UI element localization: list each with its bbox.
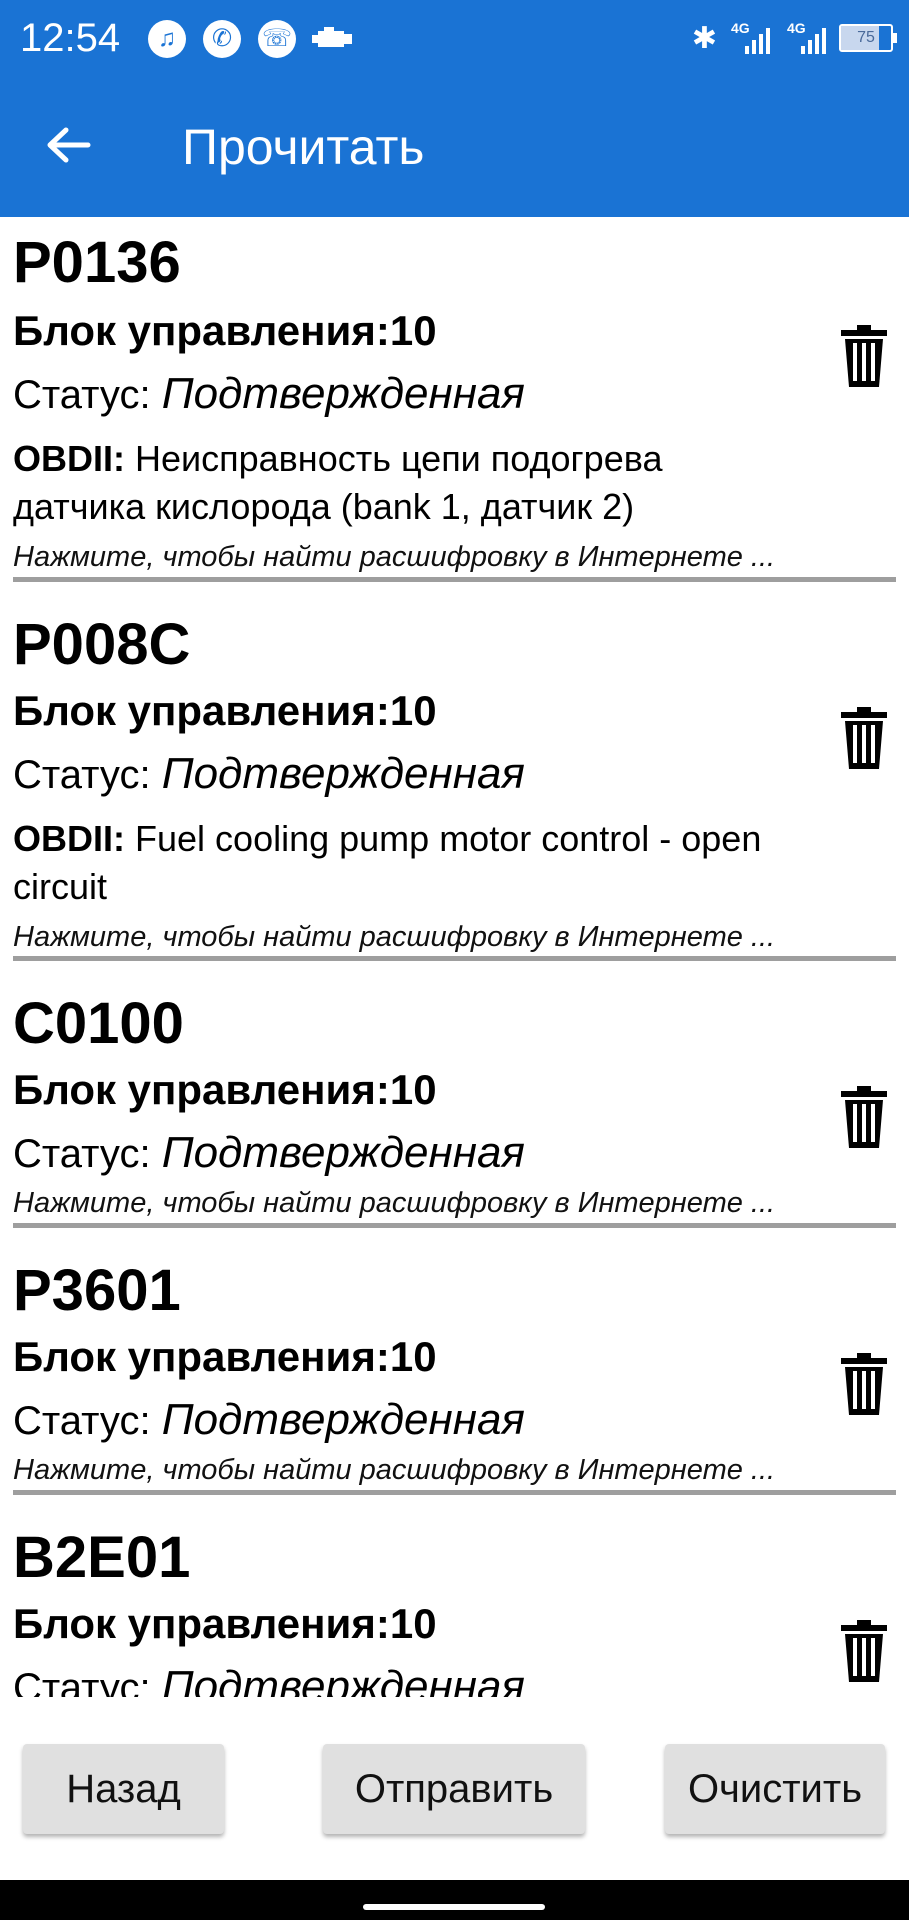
trash-icon[interactable] [841,1620,887,1682]
list-item[interactable]: P008C Блок управления:10 Статус: Подтвер… [0,597,909,976]
search-hint-link[interactable]: Нажмите, чтобы найти расшифровку в Интер… [13,921,775,954]
status-line: Статус: Подтвержденная [13,1395,525,1445]
dtc-code: C0100 [13,991,184,1056]
dtc-code: P0136 [13,230,181,295]
obd-description: OBDII: Неисправность цепи подогрева датч… [13,435,803,531]
trash-icon[interactable] [841,1086,887,1148]
status-label: Статус: [13,373,151,417]
status-right: ✱ 4G 4G 75 [691,18,897,58]
trash-icon[interactable] [841,325,887,387]
page-title: Прочитать [182,119,425,175]
control-block: Блок управления:10 [13,687,437,734]
search-hint-link[interactable]: Нажмите, чтобы найти расшифровку в Интер… [13,1454,775,1487]
status-line: Статус: Подтвержденная [13,1128,525,1178]
status-value: Подтвержденная [161,1395,525,1444]
battery-level: 75 [857,29,875,46]
control-block: Блок управления:10 [13,1066,437,1113]
divider [13,956,896,961]
status-line: Статус: Подтвержденная [13,1662,525,1697]
obd-label: OBDII: [13,438,125,479]
list-item[interactable]: P0136 Блок управления:10 Статус: Подтвер… [0,217,909,597]
home-gesture-handle[interactable] [363,1904,545,1910]
status-value: Подтвержденная [161,749,525,798]
control-block: Блок управления:10 [13,307,437,354]
divider [13,577,896,582]
obd-label: OBDII: [13,818,125,859]
list-item[interactable]: B2E01 Блок управления:10 Статус: Подтвер… [0,1510,909,1697]
control-block: Блок управления:10 [13,1333,437,1380]
signal-icon-2: 4G [783,20,829,56]
bluetooth-icon: ✱ [691,21,717,55]
search-hint-link[interactable]: Нажмите, чтобы найти расшифровку в Интер… [13,1187,775,1220]
control-block: Блок управления:10 [13,1600,437,1647]
status-bar: 12:54 ♫ ✆ ☏ ✱ 4G 4G 75 [0,0,909,80]
obd-text: Fuel cooling pump motor control - open c… [13,818,762,907]
app-bar: 12:54 ♫ ✆ ☏ ✱ 4G 4G 75 Прочитать [0,0,909,217]
trouble-code-list[interactable]: P0136 Блок управления:10 Статус: Подтвер… [0,217,909,1697]
status-label: Статус: [13,1132,151,1176]
viber-icon: ☏ [258,20,296,58]
dtc-code: B2E01 [13,1525,191,1590]
divider [13,1490,896,1495]
status-label: Статус: [13,1666,151,1697]
back-button[interactable]: Назад [23,1744,224,1834]
navigation-bar [0,1880,909,1920]
list-item[interactable]: C0100 Блок управления:10 Статус: Подтвер… [0,976,909,1243]
status-line: Статус: Подтвержденная [13,369,525,419]
status-label: Статус: [13,1399,151,1443]
status-value: Подтвержденная [161,1662,525,1697]
dtc-code: P3601 [13,1258,181,1323]
clear-button[interactable]: Очистить [665,1744,885,1834]
whatsapp-icon: ✆ [203,20,241,58]
status-label: Статус: [13,753,151,797]
status-line: Статус: Подтвержденная [13,749,525,799]
trash-icon[interactable] [841,1353,887,1415]
status-value: Подтвержденная [161,1128,525,1177]
trash-icon[interactable] [841,707,887,769]
send-button[interactable]: Отправить [323,1744,585,1834]
search-hint-link[interactable]: Нажмите, чтобы найти расшифровку в Интер… [13,541,775,574]
signal-icon: 4G [727,20,773,56]
list-item[interactable]: P3601 Блок управления:10 Статус: Подтвер… [0,1243,909,1510]
dtc-code: P008C [13,612,191,677]
divider [13,1223,896,1228]
obd-description: OBDII: Fuel cooling pump motor control -… [13,815,803,911]
arrow-left-icon[interactable] [44,120,94,170]
status-time: 12:54 [20,16,121,60]
engine-icon [312,27,352,47]
music-icon: ♫ [148,20,186,58]
battery-icon: 75 [839,24,897,52]
status-value: Подтвержденная [161,369,525,418]
